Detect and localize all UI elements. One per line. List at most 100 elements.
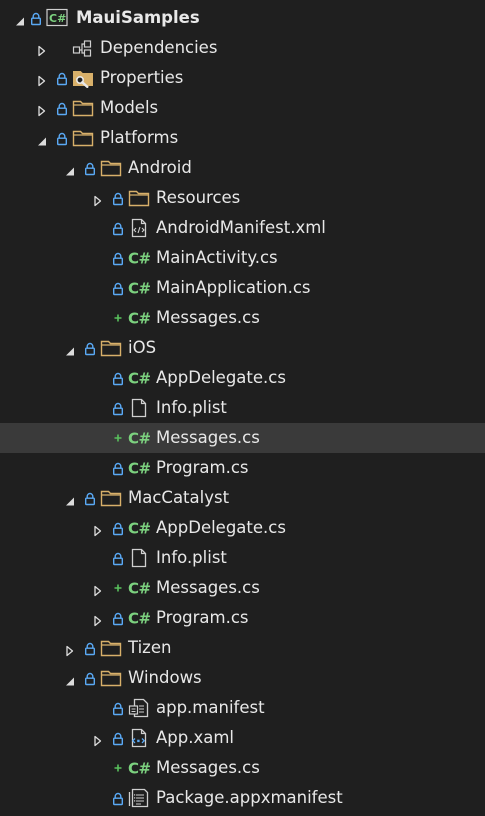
file-icon xyxy=(128,548,150,568)
tree-item-label: MainApplication.cs xyxy=(156,278,311,297)
tree-item-ios-program[interactable]: C# Program.cs xyxy=(0,453,485,483)
svg-text:C#: C# xyxy=(128,280,150,298)
tree-item-label: iOS xyxy=(128,338,157,357)
lock-icon xyxy=(112,791,124,806)
pending-add-icon xyxy=(112,312,124,324)
lock-icon xyxy=(112,371,124,386)
tree-item-label: Platforms xyxy=(100,128,179,147)
file-icon xyxy=(128,398,150,418)
tree-item-mac-infoplist[interactable]: Info.plist xyxy=(0,543,485,573)
tree-item-package-appxmanifest[interactable]: Package.appxmanifest xyxy=(0,783,485,813)
lock-icon xyxy=(112,221,124,236)
tree-item-label: AppDelegate.cs xyxy=(156,518,286,537)
tree-item-windows-messages[interactable]: C# Messages.cs xyxy=(0,753,485,783)
tree-item-root[interactable]: C# MauiSamples xyxy=(0,3,485,33)
tree-item-mac-appdelegate[interactable]: C# AppDelegate.cs xyxy=(0,513,485,543)
tree-item-label: AppDelegate.cs xyxy=(156,368,286,387)
svg-text:C#: C# xyxy=(128,250,150,268)
lock-icon xyxy=(84,491,96,506)
chevron-collapsed-icon[interactable] xyxy=(92,192,104,207)
pending-add-icon xyxy=(112,762,124,774)
tree-item-label: Tizen xyxy=(128,638,172,657)
tree-item-main-application[interactable]: C# MainApplication.cs xyxy=(0,273,485,303)
csharp-project-icon: C# xyxy=(46,8,68,28)
tree-item-label: Info.plist xyxy=(156,398,227,417)
tree-item-ios-appdelegate[interactable]: C# AppDelegate.cs xyxy=(0,363,485,393)
tree-item-android[interactable]: Android xyxy=(0,153,485,183)
csharp-file-icon: C# xyxy=(128,368,151,388)
tree-item-models[interactable]: Models xyxy=(0,93,485,123)
folder-icon xyxy=(100,158,122,178)
tree-item-maccatalyst[interactable]: MacCatalyst xyxy=(0,483,485,513)
lock-icon xyxy=(112,611,124,626)
lock-icon xyxy=(112,401,124,416)
lock-icon xyxy=(30,11,42,26)
tree-item-ios-messages[interactable]: C# Messages.cs xyxy=(0,423,485,453)
chevron-collapsed-icon[interactable] xyxy=(92,522,104,537)
tree-item-ios[interactable]: iOS xyxy=(0,333,485,363)
tree-item-windows[interactable]: Windows xyxy=(0,663,485,693)
tree-item-dependencies[interactable]: Dependencies xyxy=(0,33,485,63)
tree-item-label: app.manifest xyxy=(156,698,265,717)
tree-item-label: MacCatalyst xyxy=(128,488,230,507)
tree-item-mac-program[interactable]: C# Program.cs xyxy=(0,603,485,633)
tree-item-label: AndroidManifest.xml xyxy=(156,218,326,237)
tree-item-android-manifest[interactable]: AndroidManifest.xml xyxy=(0,213,485,243)
tree-item-app-manifest[interactable]: app.manifest xyxy=(0,693,485,723)
chevron-expanded-icon[interactable] xyxy=(64,492,76,506)
folder-icon xyxy=(72,128,94,148)
svg-text:C#: C# xyxy=(128,430,150,448)
tree-item-platforms[interactable]: Platforms xyxy=(0,123,485,153)
svg-text:C#: C# xyxy=(128,520,150,538)
lock-icon xyxy=(112,701,124,716)
tree-item-label: Package.appxmanifest xyxy=(156,788,343,807)
lock-icon xyxy=(112,281,124,296)
tree-item-mac-messages[interactable]: C# Messages.cs xyxy=(0,573,485,603)
tree-item-ios-infoplist[interactable]: Info.plist xyxy=(0,393,485,423)
chevron-expanded-icon[interactable] xyxy=(14,12,26,26)
chevron-collapsed-icon[interactable] xyxy=(36,42,48,57)
svg-text:C#: C# xyxy=(128,310,150,328)
chevron-collapsed-icon[interactable] xyxy=(36,102,48,117)
tree-item-android-messages[interactable]: C# Messages.cs xyxy=(0,303,485,333)
csharp-file-icon: C# xyxy=(128,278,151,298)
lock-icon xyxy=(112,551,124,566)
chevron-collapsed-icon[interactable] xyxy=(92,582,104,597)
tree-item-label: Info.plist xyxy=(156,548,227,567)
pending-add-icon xyxy=(112,432,124,444)
svg-text:C#: C# xyxy=(128,580,150,598)
solution-explorer-tree: C# MauiSamples Dependencies Properties Model… xyxy=(0,0,485,816)
tree-item-tizen[interactable]: Tizen xyxy=(0,633,485,663)
chevron-collapsed-icon[interactable] xyxy=(92,732,104,747)
tree-item-app-xaml[interactable]: App.xaml xyxy=(0,723,485,753)
csharp-file-icon: C# xyxy=(128,518,151,538)
chevron-collapsed-icon[interactable] xyxy=(36,72,48,87)
csharp-file-icon: C# xyxy=(128,308,151,328)
manifest-file-icon xyxy=(128,698,150,718)
chevron-collapsed-icon[interactable] xyxy=(92,612,104,627)
chevron-expanded-icon[interactable] xyxy=(64,342,76,356)
chevron-expanded-icon[interactable] xyxy=(36,132,48,146)
tree-item-label: Messages.cs xyxy=(156,428,260,447)
tree-item-label: Properties xyxy=(100,68,184,87)
csharp-file-icon: C# xyxy=(128,458,151,478)
csharp-file-icon: C# xyxy=(128,608,151,628)
tree-item-properties[interactable]: Properties xyxy=(0,63,485,93)
tree-item-main-activity[interactable]: C# MainActivity.cs xyxy=(0,243,485,273)
svg-text:C#: C# xyxy=(128,460,150,478)
folder-icon xyxy=(100,488,122,508)
xaml-file-icon xyxy=(128,728,150,748)
svg-text:C#: C# xyxy=(128,610,150,628)
tree-item-label: Resources xyxy=(156,188,241,207)
chevron-expanded-icon[interactable] xyxy=(64,672,76,686)
lock-icon xyxy=(56,71,68,86)
csharp-file-icon: C# xyxy=(128,428,151,448)
csharp-file-icon: C# xyxy=(128,248,151,268)
lock-icon xyxy=(112,251,124,266)
chevron-expanded-icon[interactable] xyxy=(64,162,76,176)
tree-item-label: Messages.cs xyxy=(156,578,260,597)
folder-icon xyxy=(100,638,122,658)
tree-item-android-resources[interactable]: Resources xyxy=(0,183,485,213)
chevron-collapsed-icon[interactable] xyxy=(64,642,76,657)
tree-item-label: Messages.cs xyxy=(156,758,260,777)
